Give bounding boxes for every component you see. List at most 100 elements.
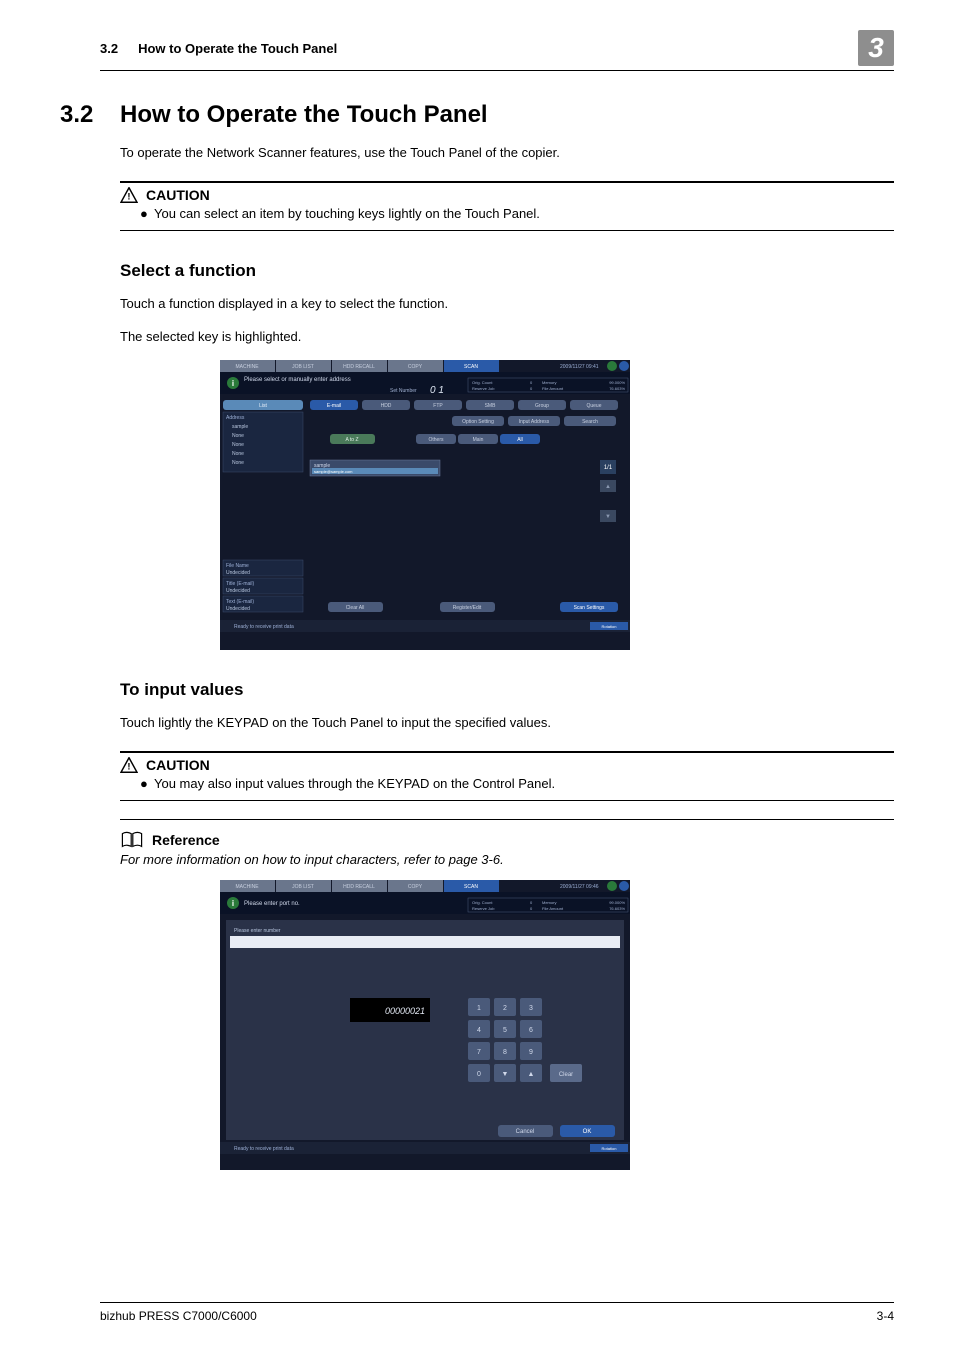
svg-text:9: 9 <box>529 1049 533 1056</box>
svg-text:76.603%: 76.603% <box>609 906 625 911</box>
svg-text:Undecided: Undecided <box>226 588 250 594</box>
page-footer: bizhub PRESS C7000/C6000 3-4 <box>100 1302 894 1323</box>
svg-text:6: 6 <box>529 1027 533 1034</box>
svg-text:▲: ▲ <box>605 484 611 490</box>
svg-text:Set Number: Set Number <box>390 388 417 394</box>
svg-text:Memory: Memory <box>542 380 556 385</box>
warning-icon: ! <box>120 187 138 203</box>
svg-text:SMB: SMB <box>485 403 497 409</box>
svg-text:Search: Search <box>582 419 598 425</box>
svg-text:Undecided: Undecided <box>226 570 250 576</box>
svg-text:Rotation: Rotation <box>602 624 617 629</box>
svg-text:Scan Settings: Scan Settings <box>574 605 605 611</box>
touch-panel-screenshot-2: MACHINE JOB LIST HDD RECALL COPY SCAN 20… <box>220 880 894 1170</box>
subhead-input: To input values <box>120 680 894 700</box>
svg-text:2: 2 <box>503 1005 507 1012</box>
header-section-num: 3.2 <box>100 41 118 56</box>
svg-text:▼: ▼ <box>502 1071 509 1078</box>
svg-text:HDD RECALL: HDD RECALL <box>343 884 375 890</box>
svg-text:2009/11/27 09:41: 2009/11/27 09:41 <box>560 364 599 370</box>
svg-text:None: None <box>232 442 244 448</box>
svg-text:File Name: File Name <box>226 563 249 569</box>
caution-box-2: ! CAUTION ●You may also input values thr… <box>120 751 894 801</box>
svg-text:MACHINE: MACHINE <box>235 884 259 890</box>
svg-text:Memory: Memory <box>542 900 556 905</box>
svg-text:JOB LIST: JOB LIST <box>292 884 314 890</box>
svg-text:Option Setting: Option Setting <box>462 419 494 425</box>
header-section-title: How to Operate the Touch Panel <box>138 41 858 56</box>
reference-text: For more information on how to input cha… <box>120 852 894 867</box>
reference-head: Reference <box>120 830 894 850</box>
footer-product: bizhub PRESS C7000/C6000 <box>100 1309 257 1323</box>
svg-text:▼: ▼ <box>605 514 611 520</box>
svg-text:Undecided: Undecided <box>226 606 250 612</box>
svg-text:E-mail: E-mail <box>327 403 341 409</box>
svg-text:File Amount: File Amount <box>542 906 564 911</box>
svg-text:3: 3 <box>529 1005 533 1012</box>
svg-text:4: 4 <box>477 1027 481 1034</box>
svg-text:i: i <box>232 899 234 908</box>
svg-text:1: 1 <box>477 1005 481 1012</box>
svg-text:76.603%: 76.603% <box>609 386 625 391</box>
svg-text:!: ! <box>127 761 130 772</box>
caution-box-1: ! CAUTION ●You can select an item by tou… <box>120 181 894 231</box>
caution-label: CAUTION <box>146 757 210 773</box>
svg-text:sample: sample <box>232 424 248 430</box>
svg-text:FTP: FTP <box>433 403 443 409</box>
svg-text:None: None <box>232 451 244 457</box>
reference-label: Reference <box>152 832 220 848</box>
svg-text:Address: Address <box>226 415 245 421</box>
svg-text:99.000%: 99.000% <box>609 380 625 385</box>
svg-text:COPY: COPY <box>408 884 423 890</box>
svg-text:Clear All: Clear All <box>346 605 365 611</box>
book-icon <box>120 830 144 850</box>
svg-text:5: 5 <box>503 1027 507 1034</box>
select-p2: The selected key is highlighted. <box>120 327 894 347</box>
svg-text:JOB LIST: JOB LIST <box>292 364 314 370</box>
svg-text:sample@sample.com: sample@sample.com <box>314 469 353 474</box>
svg-text:7: 7 <box>477 1049 481 1056</box>
svg-text:Reserve Job: Reserve Job <box>472 906 495 911</box>
svg-text:Please enter number: Please enter number <box>234 928 281 934</box>
svg-text:SCAN: SCAN <box>464 364 478 370</box>
svg-text:None: None <box>232 460 244 466</box>
svg-text:Queue: Queue <box>586 403 601 409</box>
svg-text:A to Z: A to Z <box>345 437 358 443</box>
divider <box>120 819 894 820</box>
touch-panel-screenshot-1: MACHINE JOB LIST HDD RECALL COPY SCAN 20… <box>220 360 894 650</box>
svg-text:Ready to receive print data: Ready to receive print data <box>234 624 294 630</box>
svg-text:HDD RECALL: HDD RECALL <box>343 364 375 370</box>
svg-text:Title (E-mail): Title (E-mail) <box>226 581 254 587</box>
section-title: How to Operate the Touch Panel <box>120 101 488 129</box>
svg-text:!: ! <box>127 192 130 203</box>
svg-text:Rotation: Rotation <box>602 1146 617 1151</box>
section-num: 3.2 <box>60 101 120 129</box>
svg-text:99.000%: 99.000% <box>609 900 625 905</box>
svg-text:Main: Main <box>473 437 484 443</box>
svg-text:Text (E-mail): Text (E-mail) <box>226 599 254 605</box>
svg-text:OK: OK <box>583 1129 592 1135</box>
svg-text:8: 8 <box>503 1049 507 1056</box>
svg-text:Clear: Clear <box>559 1072 573 1078</box>
svg-text:Orig. Count: Orig. Count <box>472 900 493 905</box>
svg-text:Others: Others <box>428 437 444 443</box>
svg-text:COPY: COPY <box>408 364 423 370</box>
svg-text:List: List <box>259 403 267 409</box>
svg-text:1/1: 1/1 <box>604 465 613 471</box>
svg-text:Please enter port no.: Please enter port no. <box>244 901 300 907</box>
svg-text:00000021: 00000021 <box>385 1006 425 1016</box>
svg-text:None: None <box>232 433 244 439</box>
svg-text:SCAN: SCAN <box>464 884 478 890</box>
svg-text:Cancel: Cancel <box>516 1129 535 1135</box>
svg-text:0: 0 <box>477 1071 481 1078</box>
svg-text:File Amount: File Amount <box>542 386 564 391</box>
chapter-box: 3 <box>858 30 894 66</box>
footer-page: 3-4 <box>877 1309 894 1323</box>
input-p1: Touch lightly the KEYPAD on the Touch Pa… <box>120 713 894 733</box>
svg-text:2009/11/27 09:46: 2009/11/27 09:46 <box>560 884 599 890</box>
page-header: 3.2 How to Operate the Touch Panel 3 <box>100 30 894 71</box>
svg-text:Ready to receive print data: Ready to receive print data <box>234 1146 294 1152</box>
svg-text:Input Address: Input Address <box>519 419 550 425</box>
svg-text:MACHINE: MACHINE <box>235 364 259 370</box>
svg-text:0 1: 0 1 <box>430 385 444 396</box>
